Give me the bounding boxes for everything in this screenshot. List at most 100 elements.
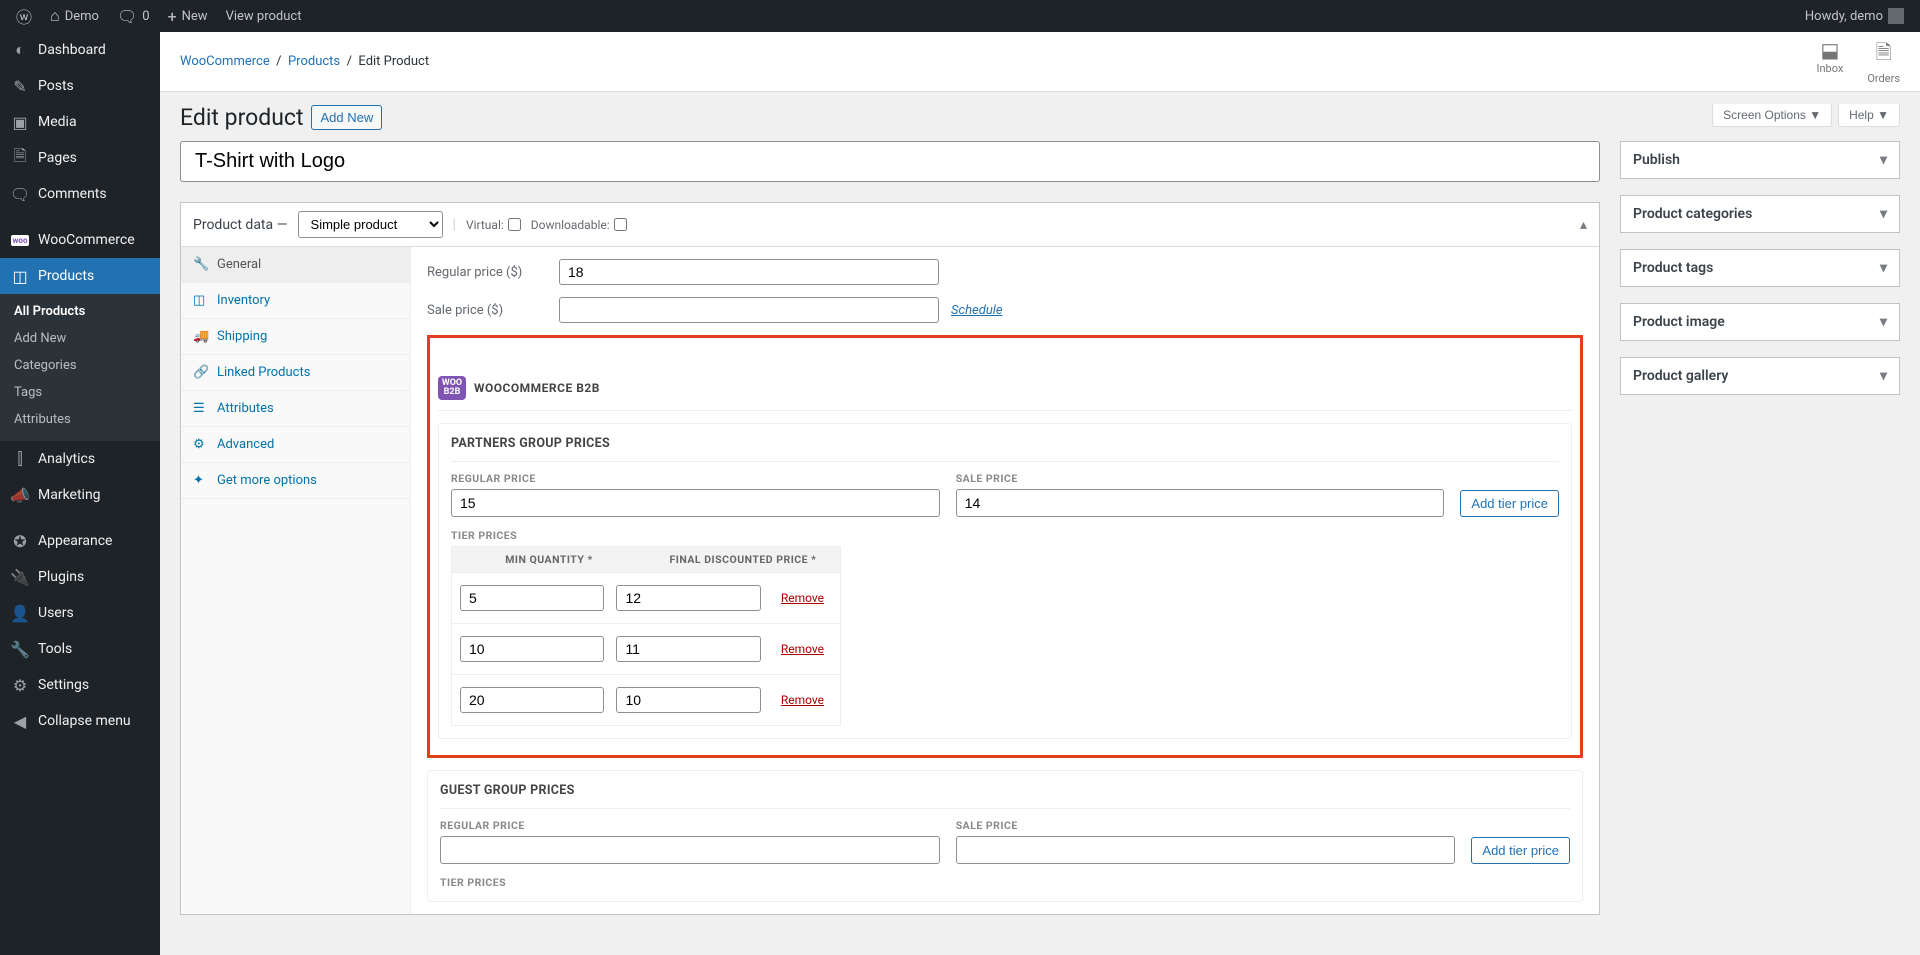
plugins-icon: 🔌 [10,567,30,587]
group-0-sale-price-input[interactable] [956,489,1445,517]
menu-item-dashboard[interactable]: ◐ Dashboard [0,32,160,68]
sale-price-label: SALE PRICE [956,472,1445,485]
menu-item-tools[interactable]: 🔧Tools [0,631,160,667]
menu-label: Analytics [38,451,95,467]
menu-item-pages[interactable]: 🗎Pages [0,140,160,176]
inbox-button[interactable]: ⬓Inbox [1816,38,1843,85]
tab-get-more-options[interactable]: ✦Get more options [181,463,410,499]
sidebox-header[interactable]: Product image▾ [1621,304,1899,340]
breadcrumb-current: Edit Product [358,54,429,69]
menu-label: Marketing [38,487,101,503]
orders-icon: 🗎 [1867,38,1900,72]
menu-item-media[interactable]: ▣Media [0,104,160,140]
add-tier-price-button[interactable]: Add tier price [1460,490,1559,517]
inventory-icon: ◫ [193,293,209,308]
menu-item-marketing[interactable]: 📣 Marketing [0,477,160,513]
product-data-tabs: 🔧General◫Inventory🚚Shipping🔗Linked Produ… [181,247,411,914]
sidebox-product-gallery: Product gallery▾ [1620,357,1900,395]
remove-tier-link[interactable]: Remove [773,642,832,656]
product-title-input[interactable] [180,141,1600,182]
tab-advanced[interactable]: ⚙Advanced [181,427,410,463]
account-link[interactable]: Howdy, demo [1797,0,1912,32]
regular-price-label: Regular price ($) [427,265,547,280]
menu-item-collapse-menu[interactable]: ◀Collapse menu [0,703,160,739]
menu-item-products[interactable]: ◫Products [0,258,160,294]
tab-inventory[interactable]: ◫Inventory [181,283,410,319]
remove-tier-link[interactable]: Remove [773,591,832,605]
tab-linked-products[interactable]: 🔗Linked Products [181,355,410,391]
breadcrumb-woocommerce[interactable]: WooCommerce [180,54,270,69]
comments-link[interactable]: 🗨0 [109,0,158,32]
marketing-icon: 📣 [10,485,30,505]
menu-item-appearance[interactable]: ✪Appearance [0,523,160,559]
virtual-checkbox[interactable] [508,218,521,231]
menu-item-analytics[interactable]: ⫿Analytics [0,441,160,477]
sale-price-input[interactable] [559,297,939,323]
submenu-item-tags[interactable]: Tags [0,379,160,406]
menu-label: Dashboard [38,42,106,58]
sidebox-header[interactable]: Publish▾ [1621,142,1899,178]
submenu-item-add-new[interactable]: Add New [0,325,160,352]
menu-item-users[interactable]: 👤Users [0,595,160,631]
help-button[interactable]: Help ▼ [1838,104,1900,127]
tier-qty-input[interactable] [460,636,604,662]
downloadable-checkbox-label[interactable]: Downloadable: [531,218,627,232]
menu-item-comments[interactable]: 🗨Comments [0,176,160,212]
tab-attributes[interactable]: ☰Attributes [181,391,410,427]
woocommerce-icon: woo [10,230,30,250]
tier-qty-input[interactable] [460,585,604,611]
menu-item-woocommerce[interactable]: wooWooCommerce [0,222,160,258]
add-new-button[interactable]: Add New [311,105,382,130]
menu-label: Settings [38,677,89,693]
submenu-item-categories[interactable]: Categories [0,352,160,379]
tab-general[interactable]: 🔧General [181,247,410,283]
menu-item-settings[interactable]: ⚙Settings [0,667,160,703]
tier-price-input[interactable] [616,585,760,611]
sale-price-label: Sale price ($) [427,303,547,318]
sidebox-header[interactable]: Product categories▾ [1621,196,1899,232]
tier-qty-input[interactable] [460,687,604,713]
appearance-icon: ✪ [10,531,30,551]
page-title: Edit product [180,104,303,131]
menu-item-plugins[interactable]: 🔌Plugins [0,559,160,595]
sidebox-product-tags: Product tags▾ [1620,249,1900,287]
tier-row: Remove [451,624,841,675]
group-heading: GUEST GROUP PRICES [440,771,1570,809]
submenu-item-all-products[interactable]: All Products [0,298,160,325]
sidebox-product-image: Product image▾ [1620,303,1900,341]
sidebox-header[interactable]: Product gallery▾ [1621,358,1899,394]
group-1-regular-price-input[interactable] [440,836,940,864]
add-tier-price-button[interactable]: Add tier price [1471,837,1570,864]
b2b-highlight: WOOB2B WOOCOMMERCE B2B PARTNERS GROUP PR… [427,335,1583,758]
wp-logo[interactable]: ⓦ [8,0,40,32]
col-final-price: FINAL DISCOUNTED PRICE * [646,547,840,572]
group-0-regular-price-input[interactable] [451,489,940,517]
remove-tier-link[interactable]: Remove [773,693,832,707]
downloadable-checkbox[interactable] [614,218,627,231]
regular-price-input[interactable] [559,259,939,285]
dashboard-icon: ◐ [10,40,30,60]
group-box-1: GUEST GROUP PRICESREGULAR PRICESALE PRIC… [427,770,1583,902]
screen-options-button[interactable]: Screen Options ▼ [1712,104,1832,127]
breadcrumb: WooCommerce / Products / Edit Product [180,54,429,69]
orders-button[interactable]: 🗎Orders [1867,38,1900,85]
virtual-checkbox-label[interactable]: Virtual: [466,218,521,232]
get-more-options-icon: ✦ [193,473,209,488]
group-1-sale-price-input[interactable] [956,836,1456,864]
schedule-link[interactable]: Schedule [951,303,1003,318]
product-data-box: Product data — Simple product | Virtual:… [180,202,1600,915]
breadcrumb-products[interactable]: Products [288,54,340,69]
new-link[interactable]: +New [160,0,216,32]
tab-shipping[interactable]: 🚚Shipping [181,319,410,355]
menu-item-posts[interactable]: ✎Posts [0,68,160,104]
collapse-icon[interactable]: ▴ [1580,217,1587,233]
tier-price-input[interactable] [616,687,760,713]
view-product-link[interactable]: View product [218,0,310,32]
group-heading: PARTNERS GROUP PRICES [451,424,1559,462]
site-link[interactable]: ⌂Demo [42,0,107,32]
tier-price-input[interactable] [616,636,760,662]
sidebox-header[interactable]: Product tags▾ [1621,250,1899,286]
product-type-select[interactable]: Simple product [298,211,443,238]
submenu-item-attributes[interactable]: Attributes [0,406,160,433]
pages-icon: 🗎 [10,148,30,168]
